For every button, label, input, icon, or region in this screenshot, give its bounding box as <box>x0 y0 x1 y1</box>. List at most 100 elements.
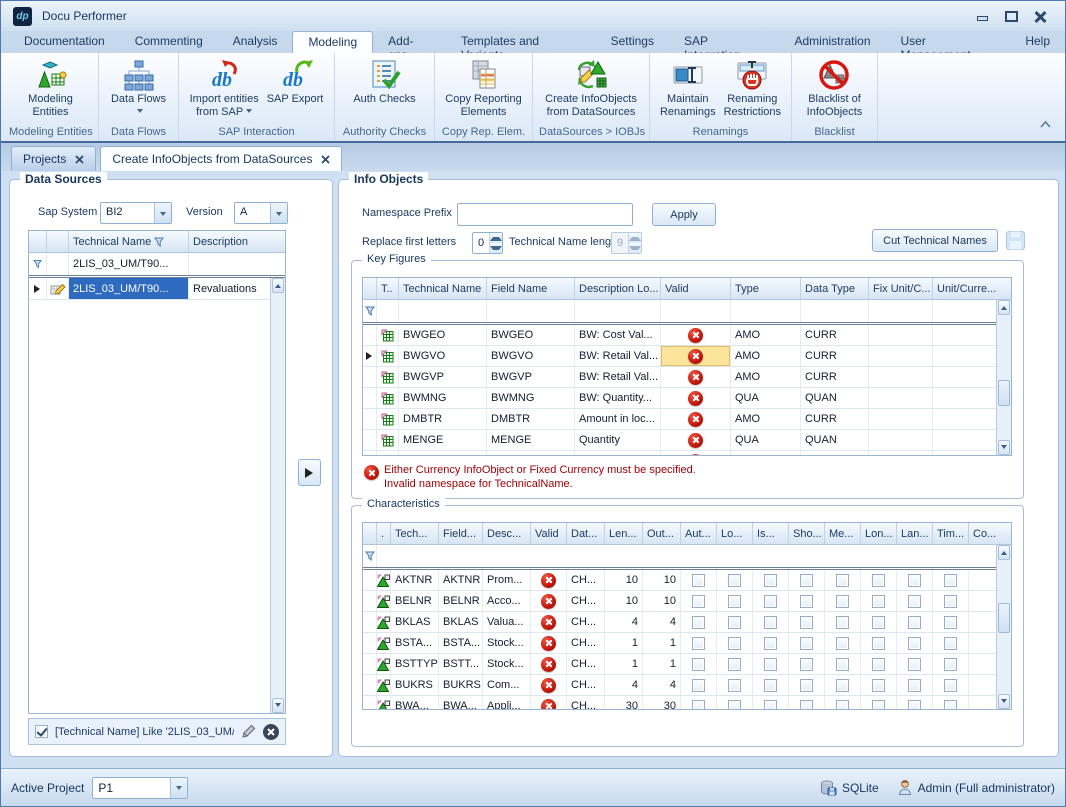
checkbox[interactable] <box>764 637 777 650</box>
column-header[interactable]: T.. <box>377 278 399 299</box>
scroll-down-button[interactable] <box>272 698 284 713</box>
checkbox[interactable] <box>836 595 849 608</box>
column-header[interactable]: Lan... <box>897 523 933 544</box>
scroll-up-button[interactable] <box>272 278 284 293</box>
renaming-restrictions-button[interactable]: Renaming Restrictions <box>721 56 784 124</box>
checkbox[interactable] <box>944 679 957 692</box>
ribbon-tab-analysis[interactable]: Analysis <box>218 31 293 53</box>
checkbox[interactable] <box>800 574 813 587</box>
chevron-down-icon[interactable] <box>270 203 287 223</box>
checkbox[interactable] <box>944 574 957 587</box>
clear-filter-icon[interactable] <box>263 724 279 740</box>
checkbox[interactable] <box>872 700 885 711</box>
ribbon-tab-sap-integration[interactable]: SAP Integration <box>669 31 780 53</box>
filter-row[interactable]: 2LIS_03_UM/T90... <box>29 253 285 278</box>
checkbox[interactable] <box>944 616 957 629</box>
checkbox[interactable] <box>908 679 921 692</box>
column-header[interactable]: Unit/Curre... <box>933 278 997 299</box>
column-header-description[interactable]: Description <box>189 231 273 252</box>
filter-row[interactable] <box>363 300 1011 325</box>
checkbox[interactable] <box>728 700 741 711</box>
checkbox[interactable] <box>692 616 705 629</box>
scroll-thumb[interactable] <box>998 603 1010 633</box>
checkbox[interactable] <box>764 679 777 692</box>
characteristic-row[interactable]: BELNR BELNR Acco... CH... 10 10 <box>363 591 1011 612</box>
checkbox[interactable] <box>764 616 777 629</box>
column-header[interactable]: Desc... <box>483 523 531 544</box>
column-header[interactable]: Me... <box>825 523 861 544</box>
edit-filter-pencil-icon[interactable] <box>241 724 256 739</box>
scroll-up-button[interactable] <box>998 545 1010 560</box>
column-header[interactable]: Lo... <box>717 523 753 544</box>
column-header-technical-name[interactable]: Technical Name <box>69 231 189 252</box>
checkbox[interactable] <box>728 679 741 692</box>
key-figure-row[interactable]: BWGEO BWGEO BW: Cost Val... AMO CURR <box>363 325 1011 346</box>
namespace-prefix-input[interactable] <box>457 203 633 226</box>
checkbox[interactable] <box>728 658 741 671</box>
column-header[interactable]: Field Name <box>487 278 575 299</box>
ribbon-tab-addons[interactable]: Add-ons <box>373 31 446 53</box>
modeling-entities-button[interactable]: Modeling Entities <box>25 56 76 124</box>
ribbon-tab-templates-variants[interactable]: Templates and Variants <box>446 31 596 53</box>
key-figure-row-partial[interactable] <box>363 451 1011 456</box>
characteristic-row[interactable]: BSTTYP BSTT... Stock... CH... 1 1 <box>363 654 1011 675</box>
column-header[interactable]: Field... <box>439 523 483 544</box>
checkbox[interactable] <box>908 574 921 587</box>
checkbox[interactable] <box>836 616 849 629</box>
column-header[interactable]: Sho... <box>789 523 825 544</box>
minimize-button[interactable] <box>976 11 989 22</box>
filter-enabled-checkbox[interactable] <box>35 725 48 738</box>
chevron-down-icon[interactable] <box>170 778 187 798</box>
create-infoobjects-button[interactable]: Create InfoObjects from DataSources <box>542 56 640 124</box>
column-header[interactable]: Out... <box>643 523 681 544</box>
characteristic-row[interactable]: BKLAS BKLAS Valua... CH... 4 4 <box>363 612 1011 633</box>
datasource-row[interactable]: 2LIS_03_UM/T90... Revaluations <box>29 278 285 300</box>
column-header[interactable]: Technical Name <box>399 278 487 299</box>
cut-technical-names-button[interactable]: Cut Technical Names <box>872 229 998 252</box>
checkbox[interactable] <box>944 658 957 671</box>
column-header[interactable]: Fix Unit/C... <box>869 278 933 299</box>
checkbox[interactable] <box>908 637 921 650</box>
ribbon-tab-commenting[interactable]: Commenting <box>120 31 218 53</box>
column-header[interactable]: Tech... <box>391 523 439 544</box>
key-figure-row[interactable]: BWMNG BWMNG BW: Quantity... QUA QUAN <box>363 388 1011 409</box>
ribbon-tab-settings[interactable]: Settings <box>596 31 669 53</box>
column-header[interactable]: Is... <box>753 523 789 544</box>
tab-projects[interactable]: Projects <box>11 146 96 171</box>
checkbox[interactable] <box>836 700 849 711</box>
column-header[interactable]: Valid <box>531 523 567 544</box>
data-flows-button[interactable]: Data Flows <box>108 56 169 124</box>
checkbox[interactable] <box>728 574 741 587</box>
checkbox[interactable] <box>692 679 705 692</box>
scroll-up-button[interactable] <box>998 300 1010 315</box>
ribbon-tab-user-management[interactable]: User Management <box>886 31 1011 53</box>
checkbox[interactable] <box>800 637 813 650</box>
characteristic-row[interactable]: BUKRS BUKRS Com... CH... 4 4 <box>363 675 1011 696</box>
ribbon-collapse-chevron-icon[interactable] <box>1040 115 1051 133</box>
checkbox[interactable] <box>944 637 957 650</box>
filter-row[interactable] <box>363 545 1011 570</box>
column-header[interactable]: Type <box>731 278 801 299</box>
checkbox[interactable] <box>872 658 885 671</box>
ribbon-tab-documentation[interactable]: Documentation <box>9 31 120 53</box>
checkbox[interactable] <box>728 637 741 650</box>
checkbox[interactable] <box>692 595 705 608</box>
key-figure-row-selected[interactable]: BWGVO BWGVO BW: Retail Val... AMO CURR <box>363 346 1011 367</box>
checkbox[interactable] <box>872 595 885 608</box>
spin-down-icon[interactable] <box>490 243 502 253</box>
checkbox[interactable] <box>836 574 849 587</box>
scroll-down-button[interactable] <box>998 694 1010 709</box>
column-header[interactable]: . <box>377 523 391 544</box>
characteristic-row[interactable]: AKTNR AKTNR Prom... CH... 10 10 <box>363 570 1011 591</box>
active-project-select[interactable]: P1 <box>92 777 188 799</box>
checkbox[interactable] <box>692 700 705 711</box>
column-header[interactable]: Valid <box>661 278 731 299</box>
column-header[interactable]: Lon... <box>861 523 897 544</box>
ribbon-tab-help[interactable]: Help <box>1010 31 1065 53</box>
characteristic-row-partial[interactable]: BWA... BWA... Appli... CH... 30 30 <box>363 696 1011 710</box>
checkbox[interactable] <box>692 574 705 587</box>
scroll-down-button[interactable] <box>998 440 1010 455</box>
ribbon-tab-modeling[interactable]: Modeling <box>292 31 373 53</box>
key-figure-row[interactable]: MENGE MENGE Quantity QUA QUAN <box>363 430 1011 451</box>
spin-up-icon[interactable] <box>490 233 502 243</box>
